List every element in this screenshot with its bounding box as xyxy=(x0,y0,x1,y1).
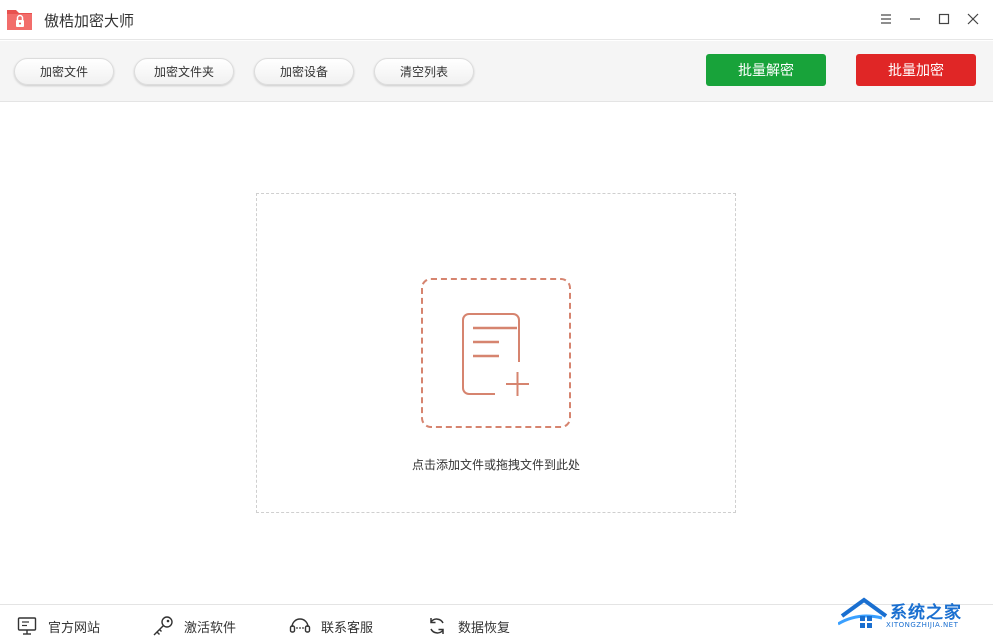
file-drop-zone[interactable]: 点击添加文件或拖拽文件到此处 xyxy=(256,193,736,513)
activate-link[interactable]: 激活软件 xyxy=(152,615,236,637)
minimize-icon xyxy=(910,18,920,20)
toolbar: 加密文件 加密文件夹 加密设备 清空列表 批量解密 批量加密 xyxy=(0,41,993,102)
app-logo-icon xyxy=(6,6,34,32)
monitor-icon xyxy=(16,615,38,637)
batch-encrypt-button[interactable]: 批量加密 xyxy=(856,54,976,86)
encrypt-device-button[interactable]: 加密设备 xyxy=(254,58,354,85)
menu-icon xyxy=(881,14,891,24)
clear-list-button[interactable]: 清空列表 xyxy=(374,58,474,85)
headset-icon xyxy=(289,615,311,637)
minimize-button[interactable] xyxy=(904,8,926,30)
watermark: 系统之家 XITONGZHIJIA.NET xyxy=(838,594,988,638)
encrypt-file-button[interactable]: 加密文件 xyxy=(14,58,114,85)
add-file-icon xyxy=(462,313,529,396)
encrypt-folder-button[interactable]: 加密文件夹 xyxy=(134,58,234,85)
add-file-box[interactable] xyxy=(421,278,571,428)
close-icon xyxy=(967,13,979,25)
data-recovery-link[interactable]: 数据恢复 xyxy=(426,615,510,637)
data-recovery-label: 数据恢复 xyxy=(458,620,511,636)
refresh-icon xyxy=(426,615,448,637)
key-icon xyxy=(152,615,174,637)
support-link[interactable]: 联系客服 xyxy=(289,615,373,637)
watermark-house-icon xyxy=(838,597,888,628)
official-site-link[interactable]: 官方网站 xyxy=(16,615,100,637)
close-button[interactable] xyxy=(962,8,984,30)
watermark-main-text: 系统之家 xyxy=(890,603,962,623)
activate-label: 激活软件 xyxy=(184,620,237,636)
maximize-button[interactable] xyxy=(933,8,955,30)
title-bar: 傲梏加密大师 xyxy=(0,0,993,40)
batch-decrypt-button[interactable]: 批量解密 xyxy=(706,54,826,86)
app-title: 傲梏加密大师 xyxy=(44,12,135,30)
maximize-icon xyxy=(938,13,950,25)
official-site-label: 官方网站 xyxy=(48,620,101,636)
support-label: 联系客服 xyxy=(321,620,374,636)
drop-hint-text: 点击添加文件或拖拽文件到此处 xyxy=(411,458,580,472)
watermark-sub-text: XITONGZHIJIA.NET xyxy=(886,621,959,629)
menu-button[interactable] xyxy=(875,8,897,30)
